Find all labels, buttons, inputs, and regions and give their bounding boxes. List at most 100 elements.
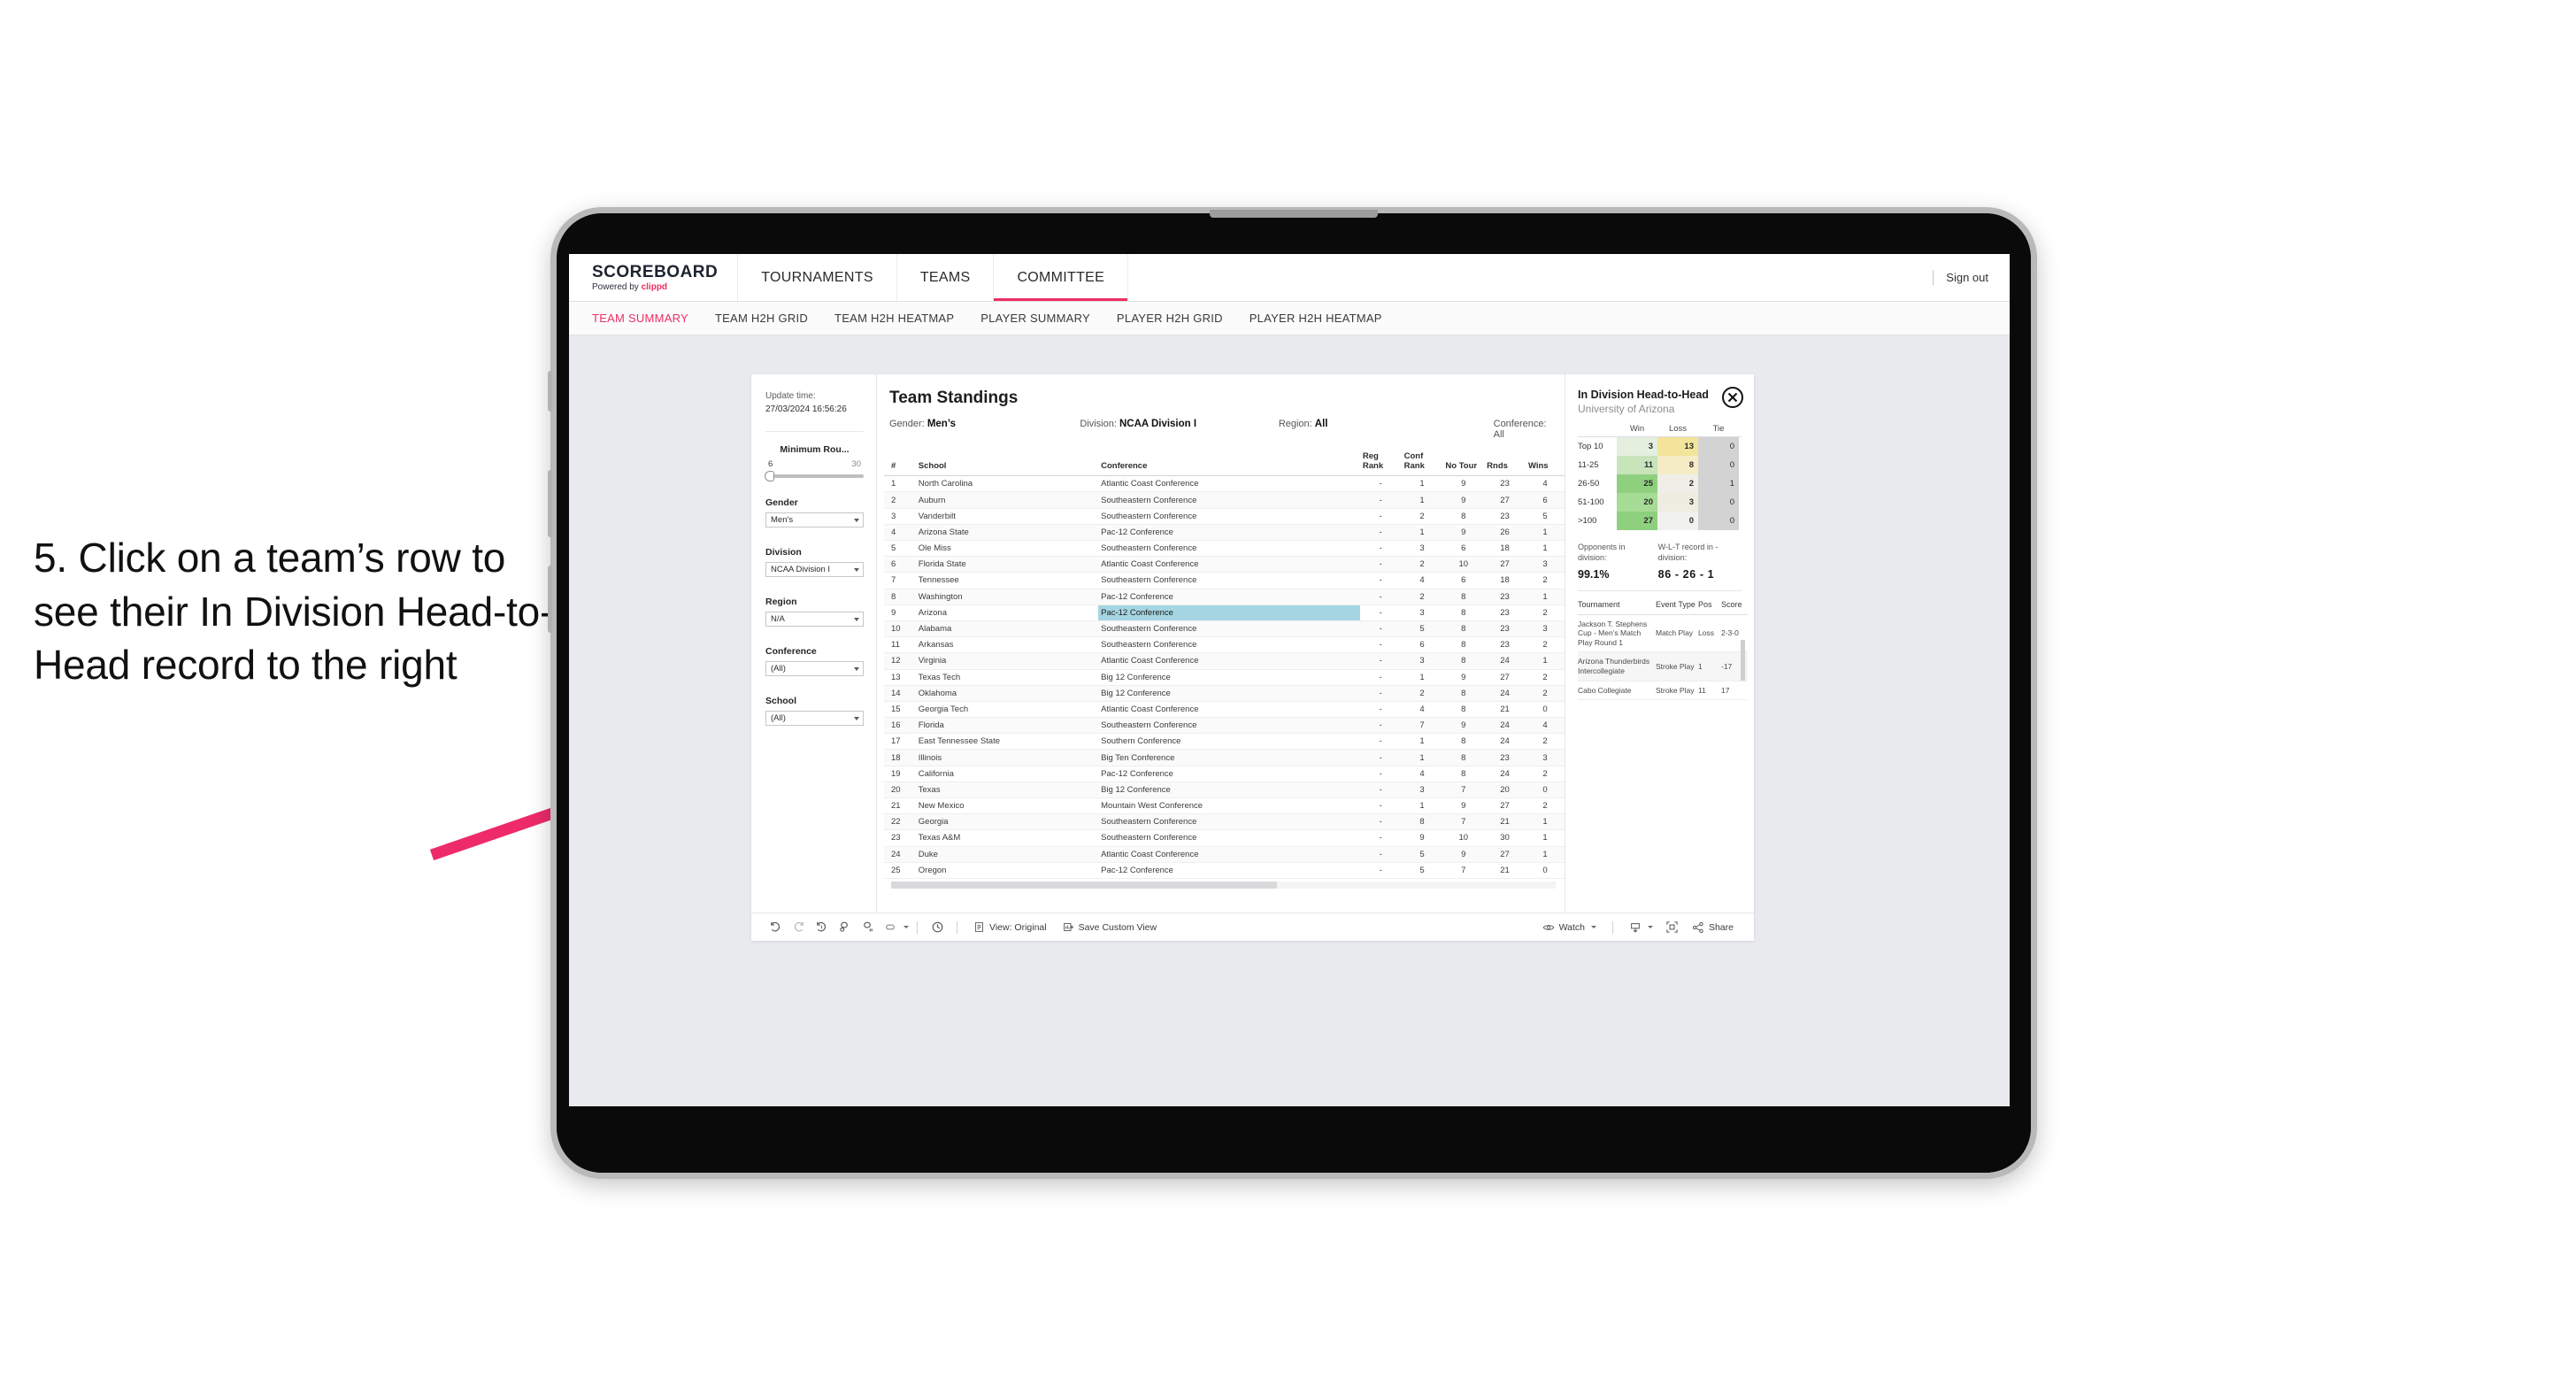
tablet-side-button-3[interactable] bbox=[548, 566, 552, 633]
tablet-side-button-2[interactable] bbox=[548, 470, 552, 537]
table-row[interactable]: 1 North Carolina Atlantic Coast Conference… bbox=[884, 475, 1565, 493]
wins-cell: 1 bbox=[1525, 652, 1565, 670]
tablet-side-button-1[interactable] bbox=[548, 371, 552, 412]
tab-player-h2h-grid[interactable]: PLAYER H2H GRID bbox=[1117, 312, 1223, 325]
table-row[interactable]: 13 Texas Tech Big 12 Conference -1 9 27 2 bbox=[884, 669, 1565, 686]
division-select[interactable]: NCAA Division I bbox=[765, 562, 864, 577]
wins-cell: 3 bbox=[1525, 620, 1565, 638]
table-row[interactable]: 11 Arkansas Southeastern Conference -6 8 23 2 bbox=[884, 636, 1565, 654]
table-row[interactable]: 12 Virginia Atlantic Coast Conference -3 8 24… bbox=[884, 652, 1565, 670]
nav-item-teams[interactable]: TEAMS bbox=[897, 254, 995, 301]
table-row[interactable]: 17 East Tennessee State Southern Conferenc… bbox=[884, 733, 1565, 751]
table-row[interactable]: 2 Auburn Southeastern Conference -1 9 27 6 bbox=[884, 491, 1565, 509]
save-custom-view-button[interactable]: Save Custom View bbox=[1055, 921, 1165, 933]
col-tournament[interactable]: Tournament bbox=[1578, 594, 1656, 615]
pause-icon[interactable] bbox=[856, 916, 879, 939]
table-row[interactable]: 18 Illinois Big Ten Conference -1 8 23 3 bbox=[884, 749, 1565, 766]
table-row[interactable]: 5 Ole Miss Southeastern Conference -3 6 18 1 bbox=[884, 540, 1565, 558]
table-row[interactable]: 25 Oregon Pac-12 Conference -5 7 21 0 bbox=[884, 862, 1565, 879]
table-row[interactable]: 4 Arizona State Pac-12 Conference -1 9 26 1 bbox=[884, 524, 1565, 542]
tab-team-summary[interactable]: TEAM SUMMARY bbox=[592, 312, 688, 325]
download-button[interactable] bbox=[1621, 921, 1661, 934]
region-select[interactable]: N/A bbox=[765, 612, 864, 627]
close-icon[interactable] bbox=[1722, 387, 1743, 408]
list-item[interactable]: Arizona Thunderbirds Intercollegiate Stro… bbox=[1578, 651, 1748, 681]
chevron-down-icon[interactable] bbox=[904, 926, 909, 928]
table-row[interactable]: 8 Washington Pac-12 Conference -2 8 23 1 bbox=[884, 589, 1565, 605]
device-layout-icon[interactable] bbox=[879, 916, 902, 939]
minimum-rounds-slider[interactable] bbox=[765, 471, 864, 481]
brand-logo[interactable]: SCOREBOARD Powered by clippd bbox=[569, 254, 739, 301]
list-item[interactable]: Jackson T. Stephens Cup - Men’s Match Pl… bbox=[1578, 614, 1748, 653]
undo-icon[interactable] bbox=[764, 916, 787, 939]
conference-value: (All) bbox=[771, 664, 786, 674]
nav-item-tournaments[interactable]: TOURNAMENTS bbox=[738, 254, 897, 301]
list-item[interactable]: Cabo Collegiate Stroke Play 11 17 bbox=[1578, 681, 1748, 701]
table-row[interactable]: 20 Texas Big 12 Conference -3 7 20 0 bbox=[884, 782, 1565, 799]
conference-select[interactable]: (All) bbox=[765, 661, 864, 676]
heatmap-cell: 0 bbox=[1698, 493, 1739, 512]
table-row[interactable]: 21 New Mexico Mountain West Conference -1 9 2… bbox=[884, 797, 1565, 815]
redo-icon[interactable] bbox=[787, 916, 810, 939]
nav-item-committee[interactable]: COMMITTEE bbox=[994, 254, 1129, 301]
chevron-down-icon bbox=[854, 617, 859, 621]
clock-icon[interactable] bbox=[926, 916, 949, 939]
heatmap-row: 11-25 11 8 0 bbox=[1578, 456, 1742, 475]
table-row[interactable]: 15 Georgia Tech Atlantic Coast Conference -… bbox=[884, 701, 1565, 719]
col-event-type[interactable]: Event Type bbox=[1656, 594, 1698, 615]
watch-button[interactable]: Watch bbox=[1534, 921, 1604, 934]
rank-cell: 8 bbox=[884, 589, 916, 605]
view-original-button[interactable]: View: Original bbox=[965, 921, 1055, 933]
conference-label: Conference bbox=[765, 646, 817, 657]
tab-player-summary[interactable]: PLAYER SUMMARY bbox=[980, 312, 1090, 325]
table-row[interactable]: 23 Texas A&M Southeastern Conference -9 10 30… bbox=[884, 829, 1565, 847]
no-tour-cell: 10 bbox=[1442, 556, 1485, 574]
table-row[interactable]: 14 Oklahoma Big 12 Conference -2 8 24 2 bbox=[884, 685, 1565, 702]
col-rank[interactable]: # bbox=[884, 449, 916, 477]
table-row[interactable]: 24 Duke Atlantic Coast Conference -5 9 27 1 bbox=[884, 846, 1565, 863]
tab-player-h2h-heatmap[interactable]: PLAYER H2H HEATMAP bbox=[1250, 312, 1382, 325]
meta-gender: Gender: Men’s bbox=[889, 419, 1080, 440]
table-row[interactable]: 10 Alabama Southeastern Conference -5 8 23 3 bbox=[884, 620, 1565, 638]
table-row[interactable]: 19 California Pac-12 Conference -4 8 24 2 bbox=[884, 766, 1565, 782]
no-tour-cell: 8 bbox=[1442, 749, 1485, 766]
tab-team-h2h-grid[interactable]: TEAM H2H GRID bbox=[715, 312, 808, 325]
scrollbar-thumb[interactable] bbox=[891, 881, 1277, 889]
tournament-scrollbar[interactable] bbox=[1741, 640, 1745, 681]
col-no-tour[interactable]: No Tour bbox=[1442, 449, 1485, 477]
position: 11 bbox=[1698, 681, 1721, 701]
revert-icon[interactable] bbox=[810, 916, 833, 939]
table-row[interactable]: 6 Florida State Atlantic Coast Conference -… bbox=[884, 556, 1565, 574]
kpi-record-label: W-L-T record in -division: bbox=[1657, 543, 1719, 562]
chevron-down-icon[interactable] bbox=[1647, 926, 1653, 928]
heatmap-row-label: 26-50 bbox=[1578, 479, 1600, 489]
minimum-rounds-slider-handle[interactable] bbox=[765, 471, 774, 481]
share-button[interactable]: Share bbox=[1684, 921, 1742, 934]
table-row[interactable]: 9 Arizona Pac-12 Conference -3 8 23 2 bbox=[884, 604, 1565, 621]
col-rnds[interactable]: Rnds bbox=[1484, 449, 1526, 477]
table-row[interactable]: 3 Vanderbilt Southeastern Conference -2 8 23 5 bbox=[884, 508, 1565, 525]
col-reg-rank[interactable]: Reg Rank bbox=[1359, 449, 1402, 477]
table-row[interactable]: 22 Georgia Southeastern Conference -8 7 21 1 bbox=[884, 813, 1565, 831]
gender-select[interactable]: Men’s bbox=[765, 512, 864, 527]
col-conference[interactable]: Conference bbox=[1098, 449, 1360, 477]
conf-rank-cell: 1 bbox=[1401, 669, 1443, 686]
col-school[interactable]: School bbox=[915, 449, 1099, 477]
chevron-down-icon[interactable] bbox=[1590, 926, 1596, 928]
sign-out-link[interactable]: Sign out bbox=[1946, 271, 1988, 284]
rank-cell: 23 bbox=[884, 829, 916, 847]
tab-team-h2h-heatmap[interactable]: TEAM H2H HEATMAP bbox=[834, 312, 954, 325]
visualization-card: Update time: 27/03/2024 16:56:26 Minimum… bbox=[751, 374, 1754, 941]
col-pos[interactable]: Pos bbox=[1698, 594, 1721, 615]
school-select[interactable]: (All) bbox=[765, 711, 864, 726]
school-cell: Vanderbilt bbox=[915, 508, 1099, 525]
refresh-icon[interactable] bbox=[833, 916, 856, 939]
col-score[interactable]: Score bbox=[1721, 594, 1748, 615]
table-row[interactable]: 16 Florida Southeastern Conference -7 9 24 4 bbox=[884, 717, 1565, 735]
table-row[interactable]: 7 Tennessee Southeastern Conference -4 6 18 2 bbox=[884, 572, 1565, 589]
table-horizontal-scrollbar[interactable] bbox=[891, 881, 1556, 889]
fullscreen-icon[interactable] bbox=[1661, 916, 1684, 939]
wins-cell: 0 bbox=[1525, 862, 1565, 879]
col-wins[interactable]: Wins bbox=[1525, 449, 1565, 477]
col-conf-rank[interactable]: Conf Rank bbox=[1401, 449, 1443, 477]
